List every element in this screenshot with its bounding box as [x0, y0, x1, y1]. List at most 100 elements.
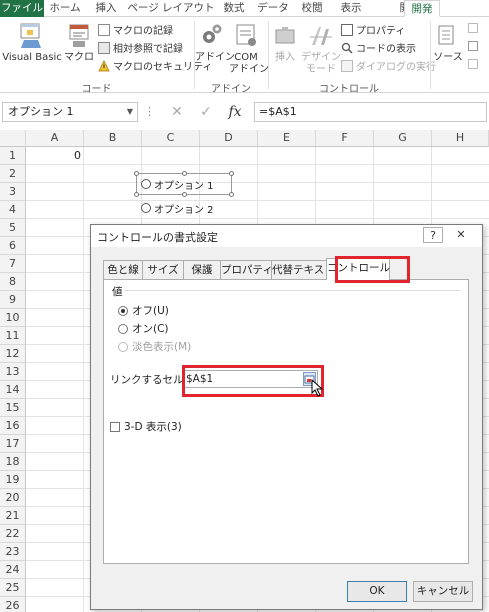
row-header[interactable]: 7	[0, 255, 26, 273]
select-all-corner[interactable]	[0, 130, 26, 147]
view-code-button[interactable]: コードの表示	[341, 39, 416, 56]
more-dots-icon[interactable]: ⋮	[144, 102, 155, 122]
tab-developer-active[interactable]: 開発	[404, 0, 440, 17]
macro-label[interactable]: マクロ	[60, 52, 98, 64]
tab-size[interactable]: サイズ	[142, 260, 184, 280]
relative-reference-button[interactable]: 相対参照で記録	[98, 39, 183, 56]
tab-formulas[interactable]: 数式	[216, 0, 252, 17]
column-header[interactable]: F	[316, 130, 374, 147]
row-header[interactable]: 11	[0, 327, 26, 345]
radio-mixed-label: 淡色表示(M)	[132, 341, 192, 353]
row-header[interactable]: 19	[0, 471, 26, 489]
formula-input[interactable]: =$A$1	[254, 102, 487, 122]
tab-protection[interactable]: 保護	[183, 260, 221, 280]
tab-properties[interactable]: プロパティ	[220, 260, 273, 280]
resize-handle[interactable]	[182, 192, 187, 197]
radio-off-label: オフ(U)	[132, 305, 169, 317]
chevron-down-icon[interactable]: ▼	[127, 103, 133, 121]
row-header[interactable]: 21	[0, 507, 26, 525]
tab-alt-text[interactable]: 代替テキスト	[271, 260, 327, 280]
record-macro-label: マクロの記録	[113, 26, 173, 37]
row-header[interactable]: 20	[0, 489, 26, 507]
tab-data[interactable]: データ	[252, 0, 294, 17]
column-header[interactable]: H	[432, 130, 489, 147]
close-button[interactable]: ✕	[449, 227, 473, 243]
visual-basic-label[interactable]: Visual Basic	[2, 52, 62, 64]
com-addin-label-2[interactable]: アドイン	[229, 64, 269, 76]
resize-handle[interactable]	[134, 192, 139, 197]
row-header[interactable]: 10	[0, 309, 26, 327]
macro-icon[interactable]	[66, 22, 92, 53]
help-button[interactable]: ?	[423, 227, 443, 243]
column-header[interactable]: D	[200, 130, 258, 147]
row-header[interactable]: 25	[0, 579, 26, 597]
addin-label[interactable]: アドイン	[195, 52, 235, 64]
row-header[interactable]: 17	[0, 435, 26, 453]
row-header[interactable]: 6	[0, 237, 26, 255]
tab-file[interactable]: ファイル	[0, 0, 44, 17]
source-label[interactable]: ソース	[432, 52, 464, 64]
tab-view[interactable]: 表示	[330, 0, 372, 17]
row-header[interactable]: 16	[0, 417, 26, 435]
cancel-button[interactable]: キャンセル	[413, 581, 473, 602]
ok-button[interactable]: OK	[347, 581, 407, 602]
insert-control-icon[interactable]	[274, 25, 298, 52]
radio-off[interactable]: オフ(U)	[118, 303, 169, 318]
row-header[interactable]: 3	[0, 183, 26, 201]
addin-gear-icon[interactable]	[200, 22, 224, 51]
cell-a1[interactable]: 0	[26, 147, 84, 164]
tab-insert[interactable]: 挿入	[86, 0, 126, 17]
row-header[interactable]: 22	[0, 525, 26, 543]
dialog-title-bar[interactable]: コントロールの書式設定 ? ✕	[91, 225, 482, 247]
design-mode-label-2[interactable]: モード	[301, 64, 341, 76]
visual-basic-icon[interactable]	[18, 22, 44, 53]
radio-on[interactable]: オン(C)	[118, 321, 169, 336]
enter-icon[interactable]: ✓	[195, 102, 217, 122]
cancel-icon[interactable]: ✕	[166, 102, 188, 122]
row-header[interactable]: 5	[0, 219, 26, 237]
column-header[interactable]: B	[84, 130, 142, 147]
resize-handle[interactable]	[229, 171, 234, 176]
highlight-link-cell	[182, 365, 324, 397]
design-mode-label-1[interactable]: デザイン	[301, 52, 341, 64]
row-header[interactable]: 1	[0, 147, 26, 165]
column-header[interactable]: A	[26, 130, 84, 147]
row-header[interactable]: 2	[0, 165, 26, 183]
row-header[interactable]: 15	[0, 399, 26, 417]
row-header[interactable]: 18	[0, 453, 26, 471]
row-header[interactable]: 13	[0, 363, 26, 381]
run-dialog-button[interactable]: ダイアログの実行	[341, 57, 436, 74]
record-macro-icon	[98, 23, 110, 36]
design-mode-icon[interactable]	[308, 23, 334, 52]
row-header[interactable]: 4	[0, 201, 26, 219]
properties-button[interactable]: プロパティ	[341, 21, 405, 38]
record-macro-button[interactable]: マクロの記録	[98, 21, 173, 38]
option-button-2[interactable]: オプション 2	[141, 200, 214, 216]
xml-small-icons[interactable]	[468, 21, 482, 77]
name-box[interactable]: オプション 1 ▼	[2, 102, 138, 122]
row-header[interactable]: 24	[0, 561, 26, 579]
row-header[interactable]: 14	[0, 381, 26, 399]
checkbox-3d-shading[interactable]: 3-D 表示(3)	[110, 419, 182, 434]
insert-control-label[interactable]: 挿入	[268, 52, 302, 64]
row-header[interactable]: 26	[0, 597, 26, 612]
resize-handle[interactable]	[229, 192, 234, 197]
column-header[interactable]: C	[142, 130, 200, 147]
resize-handle[interactable]	[134, 171, 139, 176]
column-header[interactable]: E	[258, 130, 316, 147]
column-header[interactable]: G	[374, 130, 432, 147]
tab-page-layout[interactable]: ページ レイアウト	[126, 0, 216, 17]
row-header[interactable]: 23	[0, 543, 26, 561]
com-addin-icon[interactable]	[234, 22, 258, 51]
radio-mixed[interactable]: 淡色表示(M)	[118, 339, 191, 354]
tab-colors-lines[interactable]: 色と線	[103, 260, 143, 280]
source-icon[interactable]	[436, 24, 458, 51]
tab-home[interactable]: ホーム	[44, 0, 86, 17]
option-button-1[interactable]: オプション 1	[141, 176, 214, 192]
row-header[interactable]: 12	[0, 345, 26, 363]
row-header[interactable]: 9	[0, 291, 26, 309]
row-header[interactable]: 8	[0, 273, 26, 291]
fx-icon[interactable]: fx	[224, 102, 246, 122]
com-addin-label-1[interactable]: COM	[229, 52, 263, 64]
tab-review[interactable]: 校閲	[294, 0, 330, 17]
